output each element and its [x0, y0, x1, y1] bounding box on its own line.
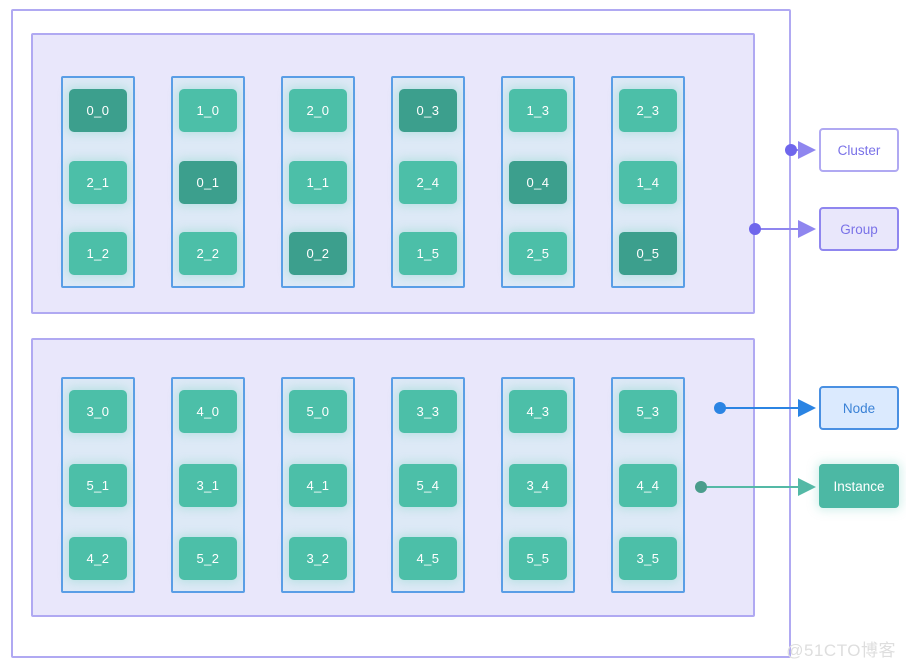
- instance-cell[interactable]: 3_2: [289, 537, 347, 580]
- instance-cell[interactable]: 5_0: [289, 390, 347, 433]
- instance-cell[interactable]: 5_1: [69, 463, 127, 507]
- node-column[interactable]: 3_3 5_4 4_5: [391, 377, 465, 593]
- instance-cell[interactable]: 4_5: [399, 537, 457, 580]
- node-column[interactable]: 5_3 4_4 3_5: [611, 377, 685, 593]
- watermark: @51CTO博客: [786, 641, 896, 660]
- legend-cluster-box[interactable]: Cluster: [819, 128, 899, 172]
- instance-cell[interactable]: 4_2: [69, 537, 127, 580]
- instance-cell[interactable]: 0_2: [289, 232, 347, 275]
- instance-cell[interactable]: 0_4: [509, 160, 567, 204]
- instance-cell[interactable]: 0_5: [619, 232, 677, 275]
- instance-cell[interactable]: 1_2: [69, 232, 127, 275]
- instance-cell[interactable]: 0_1: [179, 160, 237, 204]
- legend-group-box[interactable]: Group: [819, 207, 899, 251]
- legend-node-box[interactable]: Node: [819, 386, 899, 430]
- instance-cell[interactable]: 3_5: [619, 537, 677, 580]
- instance-cell[interactable]: 3_3: [399, 390, 457, 433]
- instance-cell[interactable]: 1_5: [399, 232, 457, 275]
- instance-cell[interactable]: 2_0: [289, 89, 347, 132]
- node-column[interactable]: 0_0 2_1 1_2: [61, 76, 135, 288]
- node-column[interactable]: 0_3 2_4 1_5: [391, 76, 465, 288]
- instance-cell[interactable]: 1_4: [619, 160, 677, 204]
- legend-instance-label: Instance: [833, 478, 885, 494]
- node-column[interactable]: 5_0 4_1 3_2: [281, 377, 355, 593]
- instance-cell[interactable]: 0_0: [69, 89, 127, 132]
- node-column[interactable]: 4_0 3_1 5_2: [171, 377, 245, 593]
- instance-cell[interactable]: 4_3: [509, 390, 567, 433]
- node-column[interactable]: 4_3 3_4 5_5: [501, 377, 575, 593]
- instance-cell[interactable]: 0_3: [399, 89, 457, 132]
- instance-cell[interactable]: 5_4: [399, 463, 457, 507]
- instance-cell[interactable]: 3_0: [69, 390, 127, 433]
- instance-cell[interactable]: 4_0: [179, 390, 237, 433]
- instance-cell[interactable]: 4_1: [289, 463, 347, 507]
- instance-cell[interactable]: 2_3: [619, 89, 677, 132]
- instance-cell[interactable]: 1_3: [509, 89, 567, 132]
- node-column[interactable]: 2_0 1_1 0_2: [281, 76, 355, 288]
- legend-group-label: Group: [840, 221, 878, 237]
- node-column[interactable]: 1_3 0_4 2_5: [501, 76, 575, 288]
- instance-cell[interactable]: 3_4: [509, 463, 567, 507]
- group-container[interactable]: 0_0 2_1 1_2 1_0 0_1 2_2 2_0 1_1 0_2 0_3 2_4 1_5 1_3 0…: [31, 33, 755, 314]
- instance-cell[interactable]: 2_5: [509, 232, 567, 275]
- node-column[interactable]: 2_3 1_4 0_5: [611, 76, 685, 288]
- legend-cluster-label: Cluster: [837, 142, 881, 158]
- instance-cell[interactable]: 2_2: [179, 232, 237, 275]
- instance-cell[interactable]: 1_1: [289, 160, 347, 204]
- instance-cell[interactable]: 5_2: [179, 537, 237, 580]
- instance-cell[interactable]: 5_5: [509, 537, 567, 580]
- instance-cell[interactable]: 4_4: [619, 463, 677, 507]
- instance-cell[interactable]: 3_1: [179, 463, 237, 507]
- legend-instance-box[interactable]: Instance: [819, 464, 899, 508]
- legend-node-label: Node: [842, 400, 876, 416]
- instance-cell[interactable]: 5_3: [619, 390, 677, 433]
- node-column[interactable]: 3_0 5_1 4_2: [61, 377, 135, 593]
- instance-cell[interactable]: 2_1: [69, 160, 127, 204]
- node-column[interactable]: 1_0 0_1 2_2: [171, 76, 245, 288]
- group-container[interactable]: 3_0 5_1 4_2 4_0 3_1 5_2 5_0 4_1 3_2 3_3 5_4 4_5 4_3 3…: [31, 338, 755, 617]
- diagram-canvas: 0_0 2_1 1_2 1_0 0_1 2_2 2_0 1_1 0_2 0_3 2_4 1_5 1_3 0…: [0, 0, 906, 669]
- instance-cell[interactable]: 1_0: [179, 89, 237, 132]
- instance-cell[interactable]: 2_4: [399, 160, 457, 204]
